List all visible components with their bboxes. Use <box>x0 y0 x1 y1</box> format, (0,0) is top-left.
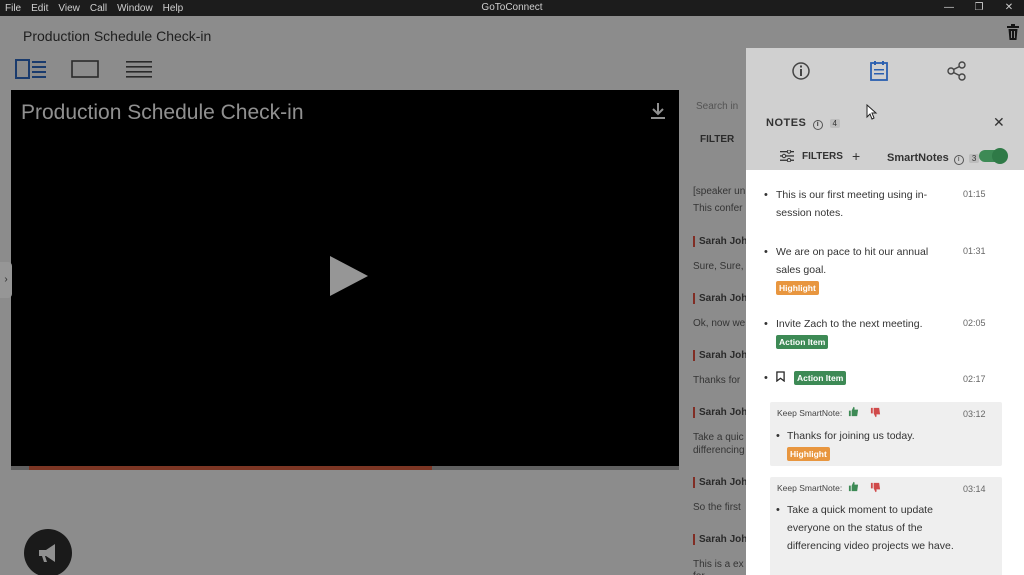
notes-tab-icon[interactable] <box>868 60 890 82</box>
add-note-button[interactable]: + <box>852 148 860 164</box>
note-item[interactable]: Action Item <box>764 369 946 387</box>
smartnotes-info-icon[interactable]: i <box>953 155 964 165</box>
thumbs-down-icon[interactable] <box>870 407 881 418</box>
notes-filters-button[interactable]: FILTERS <box>780 150 843 162</box>
menu-view[interactable]: View <box>58 3 80 14</box>
note-text: Invite Zach to the next meeting. <box>776 318 923 330</box>
notes-info-icon[interactable]: i <box>812 120 823 130</box>
smartnote-card[interactable]: Keep SmartNote: 03:14 Take a quick momen… <box>770 477 1002 575</box>
note-timestamp[interactable]: 02:05 <box>963 318 986 328</box>
menu-help[interactable]: Help <box>163 3 184 14</box>
action-item-tag: Action Item <box>794 371 847 385</box>
notes-count-badge: 4 <box>829 119 841 128</box>
keep-smartnote-label: Keep SmartNote: <box>777 483 843 493</box>
os-menu-bar: File Edit View Call Window Help GoToConn… <box>0 0 1024 16</box>
smartnote-timestamp[interactable]: 03:14 <box>963 484 986 494</box>
note-timestamp[interactable]: 01:15 <box>963 189 986 199</box>
smartnotes-toggle[interactable] <box>979 148 1008 164</box>
thumbs-down-icon[interactable] <box>870 482 881 493</box>
keep-smartnote-label: Keep SmartNote: <box>777 408 843 418</box>
smartnotes-count-badge: 3 <box>968 154 980 163</box>
note-item[interactable]: Invite Zach to the next meeting. Action … <box>764 315 946 351</box>
window-controls: — ❐ ✕ <box>934 0 1024 16</box>
close-notes-button[interactable]: ✕ <box>993 114 1005 131</box>
smartnote-timestamp[interactable]: 03:12 <box>963 409 986 419</box>
notes-filters-label: FILTERS <box>802 150 843 162</box>
mouse-cursor-icon <box>866 104 878 120</box>
restore-button[interactable]: ❐ <box>964 0 994 16</box>
thumbs-up-icon[interactable] <box>848 481 859 492</box>
bookmark-icon <box>776 371 785 383</box>
highlight-tag: Highlight <box>787 447 830 461</box>
action-item-tag: Action Item <box>776 335 829 349</box>
notes-heading-label: NOTES <box>766 117 807 129</box>
highlight-tag: Highlight <box>776 281 819 295</box>
smartnote-card[interactable]: Keep SmartNote: 03:12 Thanks for joining… <box>770 402 1002 466</box>
smartnote-text-content: Thanks for joining us today. <box>787 430 915 442</box>
smartnote-text: Thanks for joining us today. Highlight <box>776 427 957 463</box>
smartnotes-label-text: SmartNotes <box>887 152 949 164</box>
minimize-button[interactable]: — <box>934 0 964 16</box>
menu-edit[interactable]: Edit <box>31 3 48 14</box>
note-item[interactable]: We are on pace to hit our annual sales g… <box>764 243 946 297</box>
note-text: This is our first meeting using in-sessi… <box>776 189 928 219</box>
thumbs-up-icon[interactable] <box>848 406 859 417</box>
menu-file[interactable]: File <box>5 3 21 14</box>
menu-call[interactable]: Call <box>90 3 107 14</box>
menu-window[interactable]: Window <box>117 3 153 14</box>
note-timestamp[interactable]: 02:17 <box>963 374 986 384</box>
smartnote-text: Take a quick moment to update everyone o… <box>776 501 957 555</box>
filter-sliders-icon <box>780 150 794 162</box>
notes-heading: NOTES i 4 <box>766 117 841 130</box>
app-title: GoToConnect <box>481 2 543 13</box>
note-timestamp[interactable]: 01:31 <box>963 246 986 256</box>
panel-tabs <box>746 48 1024 92</box>
notes-list: This is our first meeting using in-sessi… <box>746 170 1024 575</box>
note-item[interactable]: This is our first meeting using in-sessi… <box>764 186 946 222</box>
close-window-button[interactable]: ✕ <box>994 0 1024 16</box>
share-tab-icon[interactable] <box>946 60 968 82</box>
smartnotes-label: SmartNotes i 3 <box>887 152 980 165</box>
info-tab-icon[interactable] <box>790 60 812 82</box>
note-text: We are on pace to hit our annual sales g… <box>776 246 929 276</box>
